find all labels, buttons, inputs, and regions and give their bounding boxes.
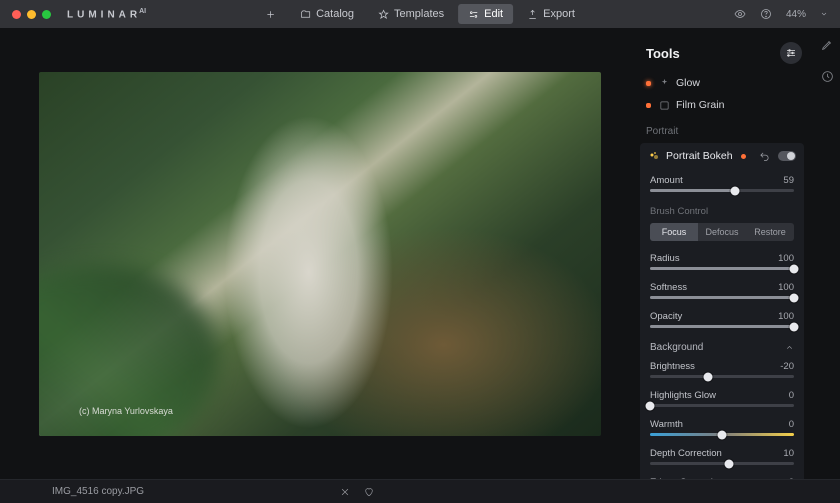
slider-depth-correction[interactable]: Depth Correction 10 (650, 444, 794, 473)
slider-warmth[interactable]: Warmth 0 (650, 415, 794, 444)
tools-panel: Tools Glow Film Grain Portrait Portrai (640, 28, 814, 479)
slider-label: Highlights Glow (650, 390, 716, 401)
image-canvas[interactable]: (c) Maryna Yurlovskaya (39, 72, 601, 436)
app-brand: LUMINARAI (67, 8, 146, 20)
undo-icon[interactable] (759, 151, 770, 162)
nav-export-label: Export (543, 8, 575, 20)
modified-marker (646, 103, 651, 108)
brand-sup: AI (139, 8, 146, 15)
titlebar: LUMINARAI Catalog Templates Edit Export … (0, 0, 840, 28)
nav-templates[interactable]: Templates (368, 4, 454, 24)
pencil-icon (821, 38, 834, 51)
nav-catalog[interactable]: Catalog (290, 4, 364, 24)
tool-glow[interactable]: Glow (640, 72, 804, 94)
clock-icon (821, 70, 834, 83)
section-portrait: Portrait (640, 116, 804, 143)
slider-value: 100 (778, 253, 794, 264)
slider-softness[interactable]: Softness 100 (650, 278, 794, 307)
nav-center: Catalog Templates Edit Export (255, 4, 585, 24)
sliders-icon (785, 47, 797, 59)
nav-edit-label: Edit (484, 8, 503, 20)
modified-marker (741, 154, 746, 159)
slider-label: Depth Correction (650, 448, 722, 459)
brand-text: LUMINAR (67, 9, 141, 20)
tools-filter-button[interactable] (780, 42, 802, 64)
slider-opacity[interactable]: Opacity 100 (650, 307, 794, 336)
seg-restore[interactable]: Restore (746, 223, 794, 241)
chevron-up-icon (785, 343, 794, 352)
minimize-window[interactable] (27, 10, 36, 19)
slider-label: Opacity (650, 311, 682, 322)
tools-title: Tools (646, 46, 680, 61)
slider-value: 10 (783, 448, 794, 459)
background-label: Background (650, 342, 703, 353)
heart-icon[interactable] (364, 487, 374, 497)
seg-defocus[interactable]: Defocus (698, 223, 746, 241)
slider-value: 0 (789, 419, 794, 430)
nav-catalog-label: Catalog (316, 8, 354, 20)
export-icon (527, 9, 538, 20)
rail-edit[interactable] (821, 38, 834, 56)
slider-brightness[interactable]: Brightness -20 (650, 357, 794, 386)
tool-film-grain-label: Film Grain (676, 99, 724, 111)
nav-add[interactable] (255, 5, 286, 24)
background-accordion[interactable]: Background (640, 336, 804, 355)
window-controls (12, 10, 51, 19)
eye-icon[interactable] (734, 8, 746, 20)
side-panel: Tools Glow Film Grain Portrait Portrai (640, 28, 840, 479)
slider-value: -20 (780, 361, 794, 372)
sparkle-icon (659, 78, 670, 89)
folder-icon (300, 9, 311, 20)
plus-icon (265, 9, 276, 20)
maximize-window[interactable] (42, 10, 51, 19)
portrait-bokeh-title: Portrait Bokeh (666, 150, 733, 162)
slider-highlights-glow[interactable]: Highlights Glow 0 (650, 386, 794, 415)
template-icon (378, 9, 389, 20)
chevron-down-icon[interactable] (820, 10, 828, 18)
slider-label: Radius (650, 253, 680, 264)
slider-label: Amount (650, 175, 683, 186)
slider-value: 100 (778, 282, 794, 293)
edit-icon (468, 9, 479, 20)
image-credit: (c) Maryna Yurlovskaya (79, 406, 173, 416)
slider-label: Softness (650, 282, 687, 293)
nav-export[interactable]: Export (517, 4, 585, 24)
seg-focus[interactable]: Focus (650, 223, 698, 241)
close-icon[interactable] (340, 487, 350, 497)
tool-toggle[interactable] (778, 151, 796, 161)
slider-value: 100 (778, 311, 794, 322)
portrait-bokeh-card: Portrait Bokeh Amount 59 Brush Control (640, 143, 804, 479)
slider-value: 3 (789, 477, 794, 479)
slider-edges-correction[interactable]: Edges Correction 3 (650, 473, 794, 479)
tool-glow-label: Glow (676, 77, 700, 89)
zoom-level[interactable]: 44% (786, 9, 806, 20)
grain-icon (659, 100, 670, 111)
portrait-bokeh-header[interactable]: Portrait Bokeh (640, 143, 804, 169)
brush-control-label: Brush Control (640, 200, 804, 219)
slider-label: Brightness (650, 361, 695, 372)
close-window[interactable] (12, 10, 21, 19)
tool-film-grain[interactable]: Film Grain (640, 94, 804, 116)
filename: IMG_4516 copy.JPG (52, 486, 144, 497)
canvas-stage: (c) Maryna Yurlovskaya (0, 28, 640, 479)
nav-edit[interactable]: Edit (458, 4, 513, 24)
brush-segments: Focus Defocus Restore (650, 223, 794, 241)
question-icon[interactable] (760, 8, 772, 20)
slider-label: Warmth (650, 419, 683, 430)
rail-history[interactable] (821, 70, 834, 88)
bokeh-icon (648, 150, 660, 162)
slider-value: 0 (789, 390, 794, 401)
slider-label: Edges Correction (650, 477, 723, 479)
nav-templates-label: Templates (394, 8, 444, 20)
slider-amount[interactable]: Amount 59 (650, 171, 794, 200)
footer: IMG_4516 copy.JPG (0, 479, 840, 503)
slider-value: 59 (783, 175, 794, 186)
titlebar-right: 44% (734, 8, 828, 20)
right-rail (814, 28, 840, 479)
modified-marker (646, 81, 651, 86)
slider-radius[interactable]: Radius 100 (650, 249, 794, 278)
